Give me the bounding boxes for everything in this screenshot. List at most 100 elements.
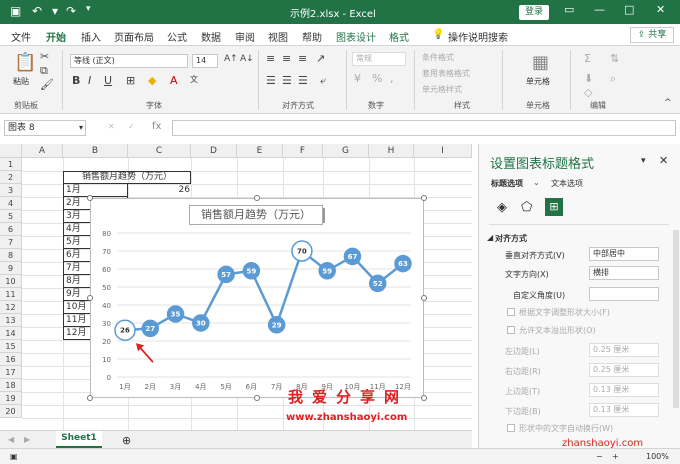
resize-handle[interactable] — [87, 395, 93, 401]
row-header[interactable]: 17 — [0, 366, 22, 379]
column-header-a[interactable]: A — [22, 144, 63, 158]
formula-input[interactable] — [172, 120, 676, 136]
alignment-section[interactable]: 对齐方式 — [495, 233, 527, 244]
namebox-dropdown-icon[interactable]: ▾ — [79, 123, 83, 132]
tab-file[interactable]: 文件 — [11, 29, 31, 44]
column-header-i[interactable]: I — [414, 144, 472, 158]
tab-title-options-dropdown-icon[interactable]: ⌄ — [533, 178, 540, 187]
grow-font-icon[interactable]: A↑ — [224, 54, 238, 64]
bottom-margin-input[interactable]: 0.13 厘米 — [589, 403, 659, 417]
save-icon[interactable]: ▣ — [10, 4, 21, 18]
macro-record-icon[interactable]: ▣ — [10, 452, 18, 461]
row-header[interactable]: 18 — [0, 379, 22, 392]
resize-handle[interactable] — [421, 295, 427, 301]
maximize-icon[interactable]: □ — [624, 3, 634, 16]
tab-chart-design[interactable]: 图表设计 — [336, 29, 376, 44]
row-header[interactable]: 3 — [0, 184, 22, 197]
tab-review[interactable]: 审阅 — [235, 29, 255, 44]
name-box[interactable]: 图表 8 — [4, 120, 86, 136]
top-margin-input[interactable]: 0.13 厘米 — [589, 383, 659, 397]
resize-handle[interactable] — [421, 395, 427, 401]
align-top-icon[interactable]: ≡ — [266, 52, 275, 65]
redo-icon[interactable]: ↷ — [66, 4, 76, 18]
font-size-select[interactable]: 14 — [192, 54, 218, 68]
paste-label[interactable]: 粘贴 — [13, 76, 29, 87]
login-button[interactable]: 登录 — [519, 5, 549, 20]
underline-icon[interactable]: U — [104, 74, 112, 87]
autosum-icon[interactable]: Σ — [584, 52, 591, 65]
row-header[interactable]: 9 — [0, 262, 22, 275]
column-header-c[interactable]: C — [128, 144, 191, 158]
row-header[interactable]: 10 — [0, 275, 22, 288]
tab-insert[interactable]: 插入 — [81, 29, 101, 44]
undo-dropdown-icon[interactable]: ▾ — [52, 4, 58, 18]
month-cell[interactable]: 1月 — [63, 184, 128, 197]
italic-icon[interactable]: I — [88, 74, 91, 87]
tab-title-options[interactable]: 标题选项 — [491, 178, 523, 189]
conditional-format-button[interactable]: 条件格式 — [422, 52, 454, 63]
tab-help[interactable]: 帮助 — [302, 29, 322, 44]
effects-icon[interactable]: ⬠ — [521, 200, 532, 215]
row-header[interactable]: 8 — [0, 249, 22, 262]
row-header[interactable]: 1 — [0, 158, 22, 171]
row-header[interactable]: 2 — [0, 171, 22, 184]
row-header[interactable]: 12 — [0, 301, 22, 314]
align-left-icon[interactable]: ☰ — [266, 74, 276, 87]
row-header[interactable]: 20 — [0, 405, 22, 418]
wrap-text-icon[interactable]: ⤶ — [320, 74, 326, 88]
percent-icon[interactable]: % — [372, 72, 382, 85]
cell-styles-button[interactable]: 单元格样式 — [422, 84, 462, 95]
row-header[interactable]: 15 — [0, 340, 22, 353]
undo-icon[interactable]: ↶ — [32, 4, 42, 18]
column-header-b[interactable]: B — [63, 144, 128, 158]
next-sheet-icon[interactable]: ▶ — [24, 435, 30, 444]
zoom-out-icon[interactable]: − — [596, 452, 603, 461]
tab-page-layout[interactable]: 页面布局 — [114, 29, 154, 44]
enter-icon[interactable]: ✓ — [128, 122, 135, 131]
resize-handle[interactable] — [254, 195, 260, 201]
right-margin-input[interactable]: 0.25 厘米 — [589, 363, 659, 377]
sort-filter-icon[interactable]: ⇅ — [610, 52, 619, 65]
fill-color-icon[interactable]: ◆ — [148, 74, 156, 87]
pane-scrollbar[interactable] — [673, 230, 679, 408]
paste-icon[interactable]: 📋 — [14, 52, 36, 73]
clear-icon[interactable]: ◇ — [584, 86, 592, 99]
pane-close-icon[interactable]: ✕ — [659, 154, 668, 167]
row-header[interactable]: 4 — [0, 197, 22, 210]
section-collapse-icon[interactable]: ◢ — [487, 233, 493, 242]
vertical-align-select[interactable]: 中部居中 — [589, 247, 659, 261]
currency-icon[interactable]: ¥ — [354, 72, 361, 85]
prev-sheet-icon[interactable]: ◀ — [8, 435, 14, 444]
collapse-ribbon-icon[interactable]: ^ — [664, 98, 672, 108]
pane-options-icon[interactable]: ▾ — [641, 156, 646, 166]
table-header-cell[interactable]: 销售额月趋势（万元） — [63, 171, 191, 184]
insert-function-icon[interactable]: fx — [152, 121, 161, 132]
add-sheet-icon[interactable]: ⊕ — [122, 434, 131, 447]
copy-icon[interactable]: ⧉ — [40, 64, 48, 78]
column-header-g[interactable]: G — [323, 144, 369, 158]
close-icon[interactable]: ✕ — [656, 3, 665, 16]
sheet-tab-sheet1[interactable]: Sheet1 — [56, 431, 102, 448]
row-header[interactable]: 16 — [0, 353, 22, 366]
font-name-select[interactable]: 等线 (正文) — [70, 54, 188, 68]
chart-area[interactable]: 销售额月趋势（万元） 0 10 20 30 40 50 60 70 80 1月 2月 3月 4月 5月 6月… — [90, 198, 424, 398]
orientation-icon[interactable]: ↗ — [316, 52, 325, 65]
minimize-icon[interactable]: — — [594, 3, 605, 16]
format-as-table-button[interactable]: 套用表格格式 — [422, 68, 470, 79]
customize-quick-access-icon[interactable]: ▾ — [86, 4, 91, 14]
border-icon[interactable]: ⊞ — [126, 74, 135, 87]
overflow-checkbox[interactable] — [507, 326, 515, 334]
resize-handle[interactable] — [254, 395, 260, 401]
row-header[interactable]: 13 — [0, 314, 22, 327]
value-cell[interactable]: 26 — [130, 184, 190, 197]
row-header[interactable]: 19 — [0, 392, 22, 405]
number-format-select[interactable]: 常规 — [352, 52, 406, 66]
cells-icon[interactable]: ▦ — [532, 52, 549, 73]
cancel-icon[interactable]: ✕ — [108, 122, 115, 131]
format-painter-icon[interactable]: 🖌 — [40, 78, 54, 91]
shrink-font-icon[interactable]: A↓ — [240, 54, 254, 64]
cells-button[interactable]: 单元格 — [526, 76, 550, 87]
tab-home[interactable]: 开始 — [46, 29, 66, 49]
wrap-text-checkbox[interactable] — [507, 424, 515, 432]
tell-me-search[interactable]: 操作说明搜索 — [448, 29, 508, 44]
